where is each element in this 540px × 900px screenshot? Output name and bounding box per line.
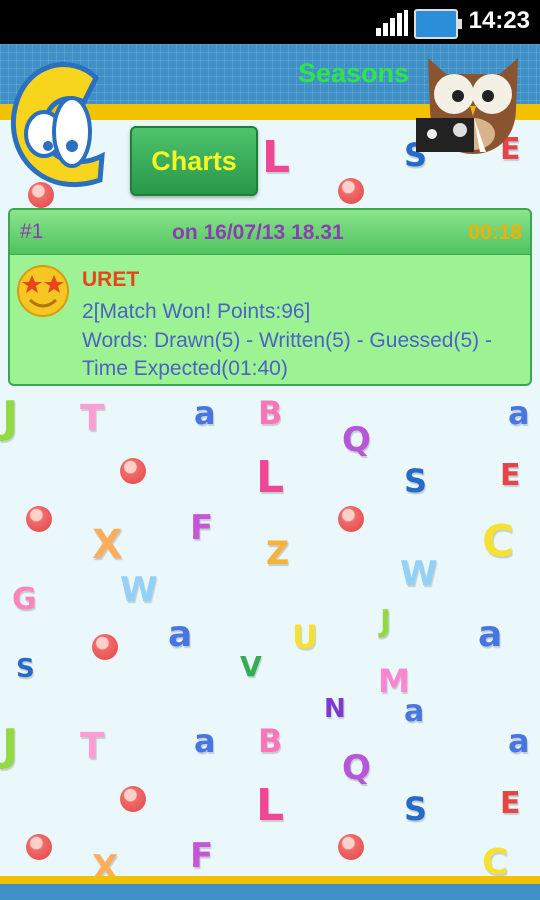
- bg-dot: [92, 634, 118, 660]
- bg-letter: E: [500, 786, 521, 821]
- bg-letter: B: [258, 394, 283, 432]
- status-time: 14:23: [468, 7, 530, 34]
- bg-letter: U: [292, 618, 318, 656]
- card-header: #1 on 16/07/13 18.31 00:18: [10, 210, 530, 255]
- words-summary-text: Words: Drawn(5) - Written(5) - Guessed(5…: [82, 329, 492, 352]
- charts-button[interactable]: Charts: [130, 126, 258, 196]
- status-bar: 14:23: [0, 0, 540, 44]
- bg-letter: J: [380, 604, 392, 639]
- season-title: Seasons: [298, 58, 410, 88]
- bg-letter: a: [404, 694, 425, 729]
- time-expected-text: Time Expected(01:40): [82, 357, 288, 380]
- bg-letter: N: [324, 694, 346, 724]
- bg-letter: G: [12, 582, 37, 617]
- bg-letter: a: [168, 614, 193, 655]
- bg-letter: a: [194, 722, 216, 760]
- bg-letter: V: [240, 650, 262, 683]
- bg-letter: S: [404, 462, 428, 500]
- bg-letter: L: [256, 780, 285, 831]
- bg-dot: [120, 786, 146, 812]
- bg-letter: W: [120, 570, 158, 610]
- bg-letter: T: [80, 726, 105, 767]
- bg-dot: [338, 834, 364, 860]
- bg-letter: a: [194, 394, 216, 432]
- bg-dot: [26, 506, 52, 532]
- bg-letter: T: [80, 398, 105, 439]
- battery-icon: [414, 9, 462, 39]
- player-name: URET: [82, 268, 140, 291]
- bg-letter: S: [404, 790, 428, 828]
- bg-letter: a: [478, 614, 503, 655]
- bg-letter: B: [258, 722, 283, 760]
- bg-letter: C: [482, 516, 515, 567]
- letter-c-mascot-icon: [10, 62, 105, 188]
- bg-letter: X: [92, 522, 123, 568]
- owl-mascot-icon: [416, 58, 518, 154]
- bg-letter: Q: [342, 748, 371, 788]
- bg-letter: J: [2, 720, 19, 771]
- rank-label: #1: [20, 220, 44, 243]
- bg-dot: [338, 506, 364, 532]
- match-result-text: 2[Match Won! Points:96]: [82, 300, 311, 323]
- bg-letter: W: [400, 554, 438, 594]
- duration-label: 00:18: [468, 221, 522, 244]
- footer-bar: [0, 884, 540, 900]
- match-result-card[interactable]: #1 on 16/07/13 18.31 00:18 URET 2[Match …: [8, 208, 532, 386]
- bg-letter: E: [500, 458, 521, 493]
- footer-stripe: [0, 876, 540, 884]
- signal-icon: [376, 10, 408, 36]
- bg-letter: L: [262, 132, 291, 183]
- star-eyes-smiley-icon: [17, 265, 69, 317]
- bg-letter: J: [2, 392, 19, 443]
- date-label: on 16/07/13 18.31: [172, 221, 344, 244]
- bg-letter: F: [190, 836, 214, 876]
- bg-letter: Z: [266, 534, 290, 572]
- bg-letter: L: [256, 452, 285, 503]
- bg-letter: S: [16, 654, 35, 684]
- bg-letter: a: [508, 394, 530, 432]
- bg-letter: Q: [342, 420, 371, 460]
- bg-dot: [120, 458, 146, 484]
- bg-letter: F: [190, 508, 214, 548]
- bg-dot: [26, 834, 52, 860]
- bg-dot: [338, 178, 364, 204]
- bg-letter: a: [508, 722, 530, 760]
